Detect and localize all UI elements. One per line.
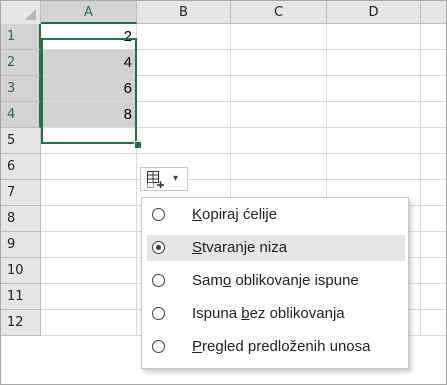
column-header-b[interactable]: B [137, 1, 231, 24]
radio-empty-icon [152, 307, 165, 320]
cell-e11[interactable] [421, 284, 446, 310]
cell-c4[interactable] [231, 102, 327, 128]
cell-a4[interactable]: 8 [41, 102, 137, 128]
row-header-5[interactable]: 5 [1, 128, 41, 154]
cell-b1[interactable] [137, 24, 231, 50]
cell-c3[interactable] [231, 76, 327, 102]
select-all-corner[interactable] [1, 1, 41, 25]
cell-e5[interactable] [421, 128, 446, 154]
menu-item-label: Ispuna bez oblikovanja [192, 305, 345, 322]
select-all-icon [25, 9, 36, 20]
cell-a1[interactable]: 2 [41, 24, 137, 50]
cell-value: 6 [123, 80, 132, 97]
cell-c5[interactable] [231, 128, 327, 154]
cell-e3[interactable] [421, 76, 446, 102]
cell-d4[interactable] [327, 102, 421, 128]
cell-a3[interactable]: 6 [41, 76, 137, 102]
radio-dot-icon [156, 245, 161, 250]
auto-fill-options-icon [147, 171, 164, 188]
cell-a5[interactable] [41, 128, 137, 154]
cell-e1[interactable] [421, 24, 446, 50]
row-header-11[interactable]: 11 [1, 284, 41, 310]
fill-without-formatting-option[interactable]: Ispuna bez oblikovanja [147, 301, 405, 327]
fill-formatting-only-option[interactable]: Samo oblikovanje ispune [147, 268, 405, 294]
cell-c6[interactable] [231, 154, 327, 180]
cell-a12[interactable] [41, 310, 137, 336]
cell-b3[interactable] [137, 76, 231, 102]
flash-fill-option[interactable]: Pregled predloženih unosa [147, 334, 405, 360]
cell-d5[interactable] [327, 128, 421, 154]
row-header-9[interactable]: 9 [1, 232, 41, 258]
cell-b5[interactable] [137, 128, 231, 154]
cell-c1[interactable] [231, 24, 327, 50]
auto-fill-options-menu: Kopiraj ćelije Stvaranje niza Samo oblikov… [141, 197, 409, 369]
cell-c2[interactable] [231, 50, 327, 76]
column-header-c[interactable]: C [231, 1, 327, 24]
copy-cells-option[interactable]: Kopiraj ćelije [147, 202, 405, 228]
column-header-d[interactable]: D [327, 1, 421, 24]
cell-a11[interactable] [41, 284, 137, 310]
cell-a2[interactable]: 4 [41, 50, 137, 76]
cell-e12[interactable] [421, 310, 446, 336]
cell-e10[interactable] [421, 258, 446, 284]
cell-value: 8 [123, 106, 132, 123]
column-header-e[interactable] [421, 1, 446, 24]
fill-handle[interactable] [134, 141, 142, 149]
row-header-1[interactable]: 1 [1, 24, 41, 50]
row-header-12[interactable]: 12 [1, 310, 41, 336]
cell-value: 4 [123, 54, 132, 71]
cell-a6[interactable] [41, 154, 137, 180]
cell-b4[interactable] [137, 102, 231, 128]
radio-empty-icon [152, 208, 165, 221]
cell-e7[interactable] [421, 180, 446, 206]
cell-b2[interactable] [137, 50, 231, 76]
menu-item-label: Pregled predloženih unosa [192, 338, 371, 355]
cell-a8[interactable] [41, 206, 137, 232]
radio-empty-icon [152, 340, 165, 353]
cell-a7[interactable] [41, 180, 137, 206]
row-header-6[interactable]: 6 [1, 154, 41, 180]
cell-d2[interactable] [327, 50, 421, 76]
cell-d1[interactable] [327, 24, 421, 50]
row-header-8[interactable]: 8 [1, 206, 41, 232]
cell-a9[interactable] [41, 232, 137, 258]
menu-item-label: Kopiraj ćelije [192, 206, 278, 223]
cell-value: 2 [123, 28, 132, 45]
row-header-7[interactable]: 7 [1, 180, 41, 206]
cell-d6[interactable] [327, 154, 421, 180]
cell-e4[interactable] [421, 102, 446, 128]
menu-item-label: Stvaranje niza [192, 239, 288, 256]
cell-a10[interactable] [41, 258, 137, 284]
row-header-10[interactable]: 10 [1, 258, 41, 284]
radio-empty-icon [152, 274, 165, 287]
cell-e9[interactable] [421, 232, 446, 258]
cell-e6[interactable] [421, 154, 446, 180]
row-header-4[interactable]: 4 [1, 102, 41, 128]
cell-e8[interactable] [421, 206, 446, 232]
menu-item-label: Samo oblikovanje ispune [192, 272, 359, 289]
column-header-a[interactable]: A [41, 1, 137, 24]
auto-fill-options-button[interactable]: ▾ [140, 167, 188, 191]
row-header-2[interactable]: 2 [1, 50, 41, 76]
cell-e2[interactable] [421, 50, 446, 76]
cell-d3[interactable] [327, 76, 421, 102]
fill-series-option[interactable]: Stvaranje niza [147, 235, 405, 261]
row-header-3[interactable]: 3 [1, 76, 41, 102]
chevron-down-icon: ▾ [173, 173, 179, 184]
radio-selected-icon [152, 241, 165, 254]
spreadsheet-window: A B C D 1 2 3 4 5 6 7 8 9 10 11 12 2 4 6 8 [0, 0, 447, 385]
